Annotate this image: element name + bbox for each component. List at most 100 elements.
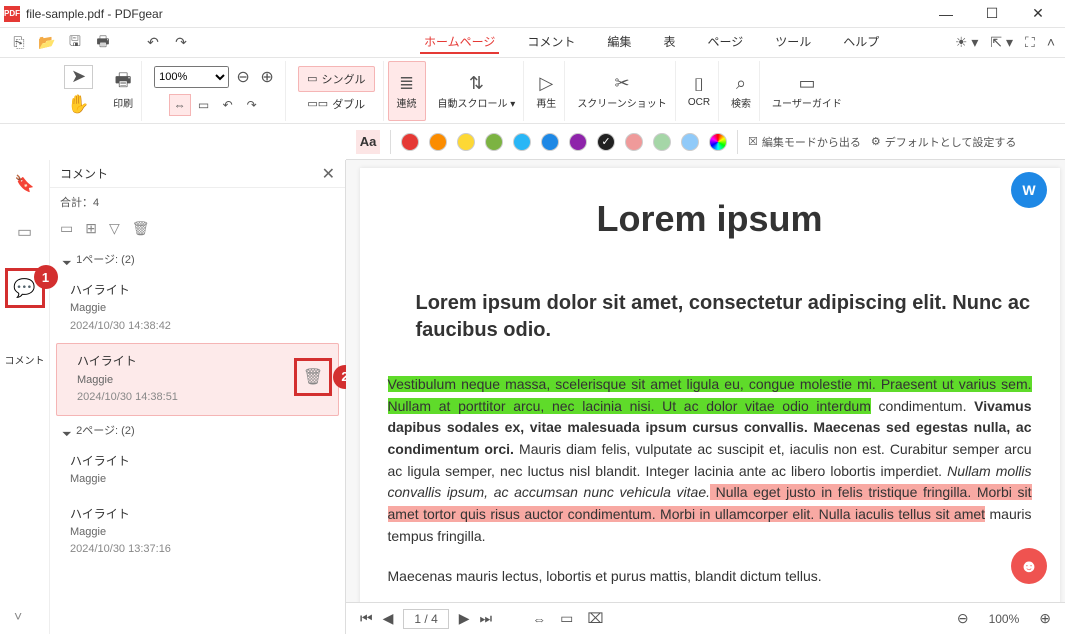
comment-rail-wrap: 💬 1 コメント: [5, 268, 45, 308]
text-style-icon[interactable]: Aa: [356, 130, 380, 154]
play-icon[interactable]: ▷: [539, 71, 553, 95]
fit-view-3-icon[interactable]: ⌧: [587, 610, 603, 627]
menu-comment[interactable]: コメント: [523, 31, 579, 54]
comment-panel: コメント ✕ 合計：4 ▭ ⊞ ▽ 🗑 1ページ: (2) ハイライト Magg…: [50, 160, 346, 634]
color-red[interactable]: [401, 133, 419, 151]
guide-label: ユーザーガイド: [772, 95, 842, 110]
collapse-all-icon[interactable]: ▭: [60, 220, 73, 237]
filter-icon[interactable]: ▽: [109, 220, 120, 237]
comment-item[interactable]: ハイライト Maggie: [50, 444, 345, 497]
print-icon[interactable]: 🖶: [115, 71, 132, 95]
view-double-button[interactable]: ▭▭ダブル: [299, 92, 373, 116]
ocr-icon[interactable]: ⌷: [694, 73, 705, 97]
document-viewport[interactable]: Lorem ipsum Lorem ipsum dolor sit amet, …: [346, 160, 1065, 634]
main-area: 🔖 ▭ 💬 1 コメント コメント ✕ 合計：4 ▭ ⊞ ▽ 🗑 1ページ: (…: [0, 160, 1065, 634]
menu-tool[interactable]: ツール: [771, 31, 815, 54]
status-bar: ⏮ ◀ 1 / 4 ▶ ⏭ ⇔ ▭ ⌧ ⊖ 100% ⊕: [346, 602, 1065, 634]
menu-home[interactable]: ホームページ: [420, 31, 499, 54]
theme-icon[interactable]: ☀ ▾: [955, 34, 978, 51]
color-orange[interactable]: [429, 133, 447, 151]
page-group-1[interactable]: 1ページ: (2): [50, 245, 345, 273]
edit-toolbar: Aa ☒編集モードから出る ⚙デフォルトとして設定する: [346, 124, 1065, 160]
rotate-left-icon[interactable]: ↶: [217, 94, 239, 116]
color-pink[interactable]: [625, 133, 643, 151]
zoom-out-button[interactable]: ⊖: [233, 67, 253, 87]
screenshot-icon[interactable]: ✂: [615, 71, 630, 95]
color-purple[interactable]: [569, 133, 587, 151]
delete-all-icon[interactable]: 🗑: [132, 220, 150, 237]
continuous-icon[interactable]: ≣: [399, 71, 414, 95]
color-green[interactable]: [485, 133, 503, 151]
fit-view-2-icon[interactable]: ▭: [560, 610, 573, 627]
cursor-icon[interactable]: ➤: [64, 65, 93, 89]
comment-item[interactable]: ハイライト Maggie 2024/10/30 13:37:16: [50, 497, 345, 567]
comment-item-selected[interactable]: ハイライト Maggie 2024/10/30 14:38:51 🗑 2: [56, 343, 339, 415]
doc-heading-2: Lorem ipsum dolor sit amet, consectetur …: [388, 290, 1032, 344]
title-bar: PDF file-sample.pdf - PDFgear — ☐ ✕: [0, 0, 1065, 28]
guide-icon[interactable]: ▭: [798, 71, 815, 95]
color-lightgreen[interactable]: [653, 133, 671, 151]
page-indicator[interactable]: 1 / 4: [403, 609, 448, 629]
minimize-button[interactable]: —: [923, 0, 969, 28]
comment-item[interactable]: ハイライト Maggie 2024/10/30 14:38:42: [50, 273, 345, 343]
collapse-rail-icon[interactable]: ˅: [14, 608, 22, 624]
total-count: 合計：4: [50, 188, 345, 216]
new-file-icon[interactable]: ⎘: [10, 34, 28, 52]
autoscroll-label: 自動スクロール ▾: [438, 95, 516, 110]
menu-edit[interactable]: 編集: [603, 31, 635, 54]
page-group-2[interactable]: 2ページ: (2): [50, 416, 345, 444]
menu-page[interactable]: ページ: [703, 31, 747, 54]
fit-width-icon[interactable]: ⇔: [169, 94, 191, 116]
left-rail: 🔖 ▭ 💬 1 コメント: [0, 160, 50, 634]
maximize-button[interactable]: ☐: [969, 0, 1015, 28]
zoom-in-button[interactable]: ⊕: [257, 67, 277, 87]
set-default-button[interactable]: ⚙デフォルトとして設定する: [871, 134, 1017, 150]
bookmark-rail-icon[interactable]: 🔖: [13, 172, 37, 196]
autoscroll-icon[interactable]: ⇅: [469, 71, 484, 95]
last-page-button[interactable]: ⏭: [480, 610, 493, 627]
quick-toolbar: ⎘ 📂 🖫 🖶 ↶ ↷ ホームページ コメント 編集 表 ページ ツール ヘルプ…: [0, 28, 1065, 58]
save-icon[interactable]: 🖫: [66, 34, 84, 52]
first-page-button[interactable]: ⏮: [360, 610, 373, 627]
color-blue[interactable]: [541, 133, 559, 151]
trash-icon: 🗑: [303, 365, 323, 391]
delete-comment-button[interactable]: 🗑 2: [294, 358, 332, 396]
view-single-button[interactable]: ▭シングル: [298, 66, 374, 92]
zoom-in-status[interactable]: ⊕: [1039, 610, 1051, 627]
screenshot-label: スクリーンショット: [577, 95, 667, 110]
print-label: 印刷: [113, 95, 133, 110]
fit-page-icon[interactable]: ▭: [193, 94, 215, 116]
zoom-out-status[interactable]: ⊖: [957, 610, 969, 627]
collapse-ribbon-icon[interactable]: ˄: [1047, 34, 1055, 51]
next-page-button[interactable]: ▶: [459, 610, 470, 627]
search-icon[interactable]: ⌕: [736, 71, 746, 95]
rotate-right-icon[interactable]: ↷: [241, 94, 263, 116]
share-icon[interactable]: ⇱ ▾: [990, 34, 1013, 51]
ai-chat-button[interactable]: ☻: [1011, 548, 1047, 584]
comment-rail-button[interactable]: 💬 1: [5, 268, 45, 308]
color-yellow[interactable]: [457, 133, 475, 151]
redo-icon[interactable]: ↷: [172, 34, 190, 52]
hand-icon[interactable]: ✋: [67, 93, 89, 117]
zoom-select[interactable]: 100%: [154, 66, 229, 88]
close-window-button[interactable]: ✕: [1015, 0, 1061, 28]
panel-close-icon[interactable]: ✕: [322, 164, 335, 184]
fullscreen-icon[interactable]: ⛶: [1025, 34, 1035, 51]
open-file-icon[interactable]: 📂: [38, 34, 56, 52]
thumbnail-rail-icon[interactable]: ▭: [13, 220, 37, 244]
undo-icon[interactable]: ↶: [144, 34, 162, 52]
expand-all-icon[interactable]: ⊞: [85, 220, 97, 237]
color-picker[interactable]: [709, 133, 727, 151]
color-lightblue[interactable]: [513, 133, 531, 151]
app-logo: PDF: [4, 6, 20, 22]
menu-help[interactable]: ヘルプ: [839, 31, 883, 54]
continuous-label: 連続: [397, 95, 417, 110]
fit-view-1-icon[interactable]: ⇔: [532, 611, 546, 627]
color-skyblue[interactable]: [681, 133, 699, 151]
prev-page-button[interactable]: ◀: [383, 610, 394, 627]
print-quick-icon[interactable]: 🖶: [94, 34, 112, 52]
color-black[interactable]: [597, 133, 615, 151]
exit-edit-button[interactable]: ☒編集モードから出る: [748, 134, 861, 150]
export-word-button[interactable]: W: [1011, 172, 1047, 208]
menu-table[interactable]: 表: [659, 31, 679, 54]
